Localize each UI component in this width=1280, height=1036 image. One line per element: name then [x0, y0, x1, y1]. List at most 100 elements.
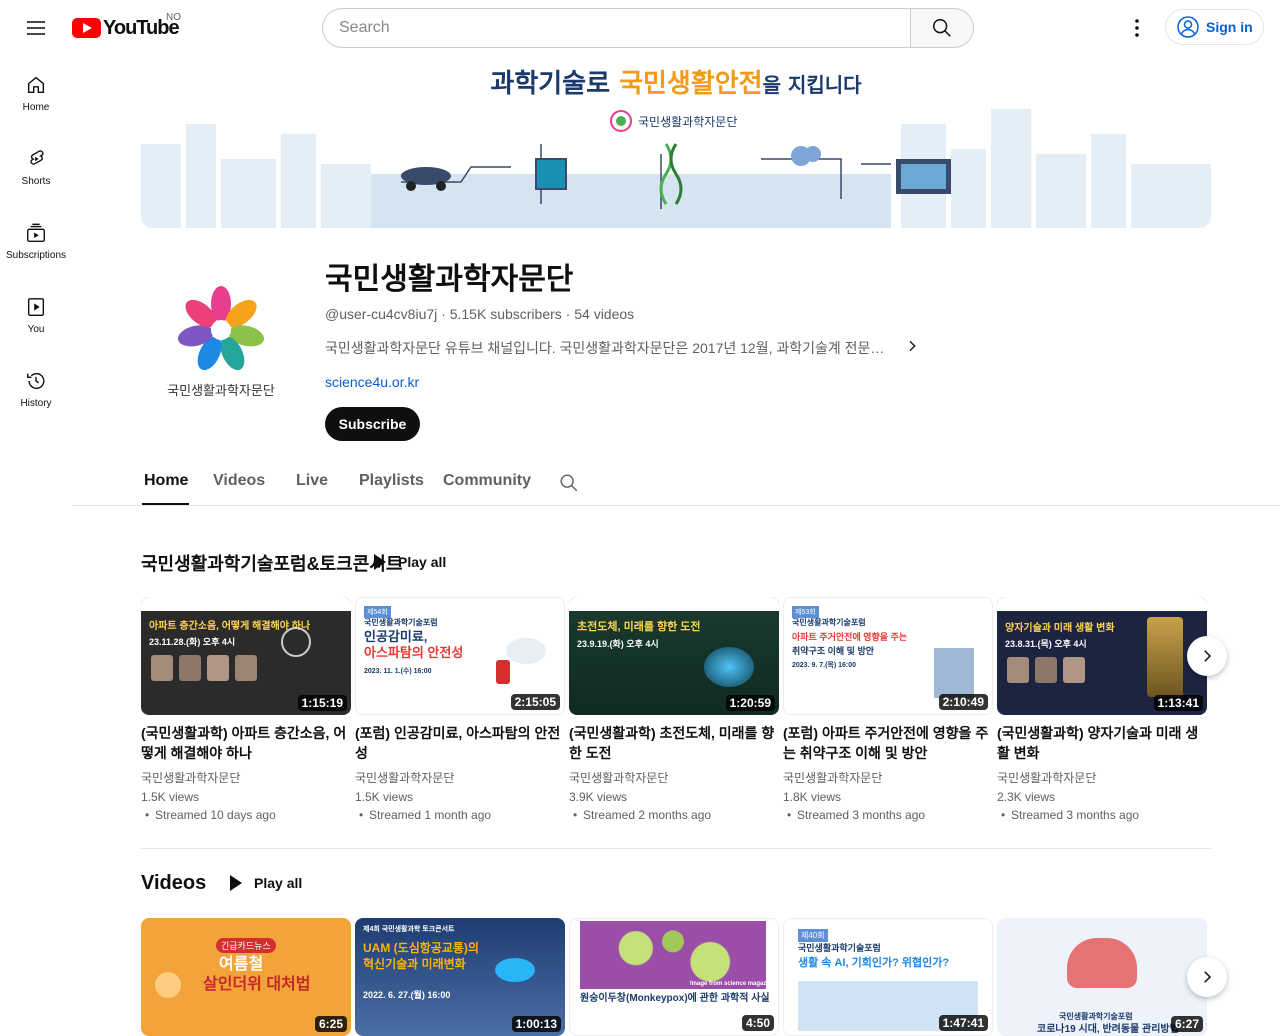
video-card[interactable]: 제54회 국민생활과학기술포럼 인공감미료, 아스파탐의 안전성 2023. 1… — [355, 597, 565, 822]
video-thumbnail[interactable]: 제40회 국민생활과학기술포럼 생활 속 AI, 기회인가? 위협인가? 1:4… — [783, 918, 993, 1036]
channel-avatar[interactable]: 국민생활과학자문단 — [141, 262, 301, 422]
channel-search-button[interactable] — [558, 472, 580, 499]
video-channel[interactable]: 국민생활과학자문단 — [141, 769, 351, 786]
quantum-computer-illustration — [1147, 617, 1183, 697]
clock-icon — [281, 627, 311, 657]
video-card[interactable]: 긴급카드뉴스 여름철 살인더위 대처법 6:25 — [141, 918, 351, 1036]
video-views: 1.8K views — [783, 790, 842, 804]
video-channel[interactable]: 국민생활과학자문단 — [569, 769, 779, 786]
thumb-title: 생활 속 AI, 기회인가? 위협인가? — [798, 957, 950, 969]
video-thumbnail[interactable]: 제4회 국민생활과학 토크콘서트 UAM (도심항공교통)의 혁신기술과 미래변… — [355, 918, 565, 1036]
youtube-logo[interactable]: YouTube — [72, 17, 180, 39]
sidebar-item-history[interactable]: History — [0, 352, 72, 426]
channel-description[interactable]: 국민생활과학자문단 유튜브 채널입니다. 국민생활과학자문단은 2017년 12… — [325, 338, 895, 358]
video-duration: 6:25 — [314, 1016, 347, 1032]
thumb-title: 초전도체, 미래를 향한 도전 — [577, 621, 701, 633]
search-bar: Search — [322, 8, 974, 48]
subscribe-button[interactable]: Subscribe — [325, 407, 420, 441]
video-duration: 4:50 — [741, 1015, 774, 1031]
tab-community[interactable]: Community — [443, 472, 531, 490]
shelf-next-button[interactable] — [1187, 636, 1227, 676]
video-card[interactable]: 국민생활과학기술포럼 코로나19 시대, 반려동물 관리방법 6:27 — [997, 918, 1207, 1036]
sidebar-item-you[interactable]: You — [0, 278, 72, 352]
description-more-button[interactable] — [902, 336, 922, 356]
tab-live[interactable]: Live — [296, 472, 328, 490]
video-thumbnail[interactable]: 제54회 국민생활과학기술포럼 인공감미료, 아스파탐의 안전성 2023. 1… — [355, 597, 565, 715]
play-all-label: Play all — [254, 875, 303, 891]
thumb-title: 원숭이두창(Monkeypox)에 관한 과학적 사실 — [580, 993, 770, 1004]
sidebar-item-home[interactable]: Home — [0, 56, 72, 130]
search-button[interactable] — [910, 8, 974, 48]
sign-in-button[interactable]: Sign in — [1165, 9, 1264, 45]
chevron-right-icon — [1204, 971, 1212, 983]
play-all-button[interactable]: Play all — [228, 874, 302, 892]
thumb-tag: 제53회 — [792, 606, 819, 618]
video-duration: 1:47:41 — [938, 1015, 988, 1031]
shelf-next-button[interactable] — [1187, 957, 1227, 997]
tab-playlists[interactable]: Playlists — [359, 472, 424, 490]
thumb-credit: Image from science magazine — [690, 981, 776, 987]
video-duration: 6:27 — [1170, 1016, 1203, 1032]
thumb-title-line2: 살인더위 대처법 — [203, 976, 311, 993]
thumb-title: 양자기술과 미래 생활 변화 — [1005, 623, 1115, 634]
video-date: Streamed 1 month ago — [355, 808, 565, 822]
video-thumbnail[interactable]: 긴급카드뉴스 여름철 살인더위 대처법 6:25 — [141, 918, 351, 1036]
sugar-illustration — [506, 638, 546, 664]
thumb-date: 2023. 9. 7.(목) 16:00 — [792, 662, 857, 669]
search-input[interactable]: Search — [322, 8, 910, 48]
video-card[interactable]: Image from science magazine 원숭이두창(Monkey… — [569, 918, 779, 1036]
thumb-title-line1: 아파트 주거안전에 영향을 주는 — [792, 632, 908, 642]
thumb-forum: 국민생활과학기술포럼 — [792, 618, 866, 627]
superconductor-illustration — [704, 647, 754, 687]
video-duration: 1:13:41 — [1153, 695, 1203, 711]
thumb-title-line1: 여름철 — [219, 956, 264, 973]
video-channel[interactable]: 국민생활과학자문단 — [783, 769, 993, 786]
country-code: NO — [166, 12, 181, 23]
video-title[interactable]: (포럼) 아파트 주거안전에 영향을 주는 취약구조 이해 및 방안 — [783, 723, 993, 763]
play-all-button[interactable]: Play all — [372, 553, 446, 571]
settings-menu-button[interactable] — [1117, 8, 1157, 48]
video-card[interactable]: 제40회 국민생활과학기술포럼 생활 속 AI, 기회인가? 위협인가? 1:4… — [783, 918, 993, 1036]
video-channel[interactable]: 국민생활과학자문단 — [355, 769, 565, 786]
shelf-title[interactable]: 국민생활과학기술포럼&토크콘서트 — [141, 550, 402, 576]
meta-separator: · — [565, 306, 575, 322]
channel-link[interactable]: science4u.or.kr — [325, 374, 419, 390]
video-title[interactable]: (포럼) 인공감미료, 아스파탐의 안전성 — [355, 723, 565, 763]
banner-illustration: 과학기술로 국민생활안전을 지킵니다 국민생활과학자문단 — [141, 64, 1211, 228]
can-illustration — [496, 660, 510, 684]
video-card[interactable]: 초전도체, 미래를 향한 도전 23.9.19.(화) 오후 4시 1:20:5… — [569, 597, 779, 822]
video-thumbnail[interactable]: 아파트 층간소음, 어떻게 해결해야 하나 23.11.28.(화) 오후 4시… — [141, 597, 351, 715]
video-card[interactable]: 아파트 층간소음, 어떻게 해결해야 하나 23.11.28.(화) 오후 4시… — [141, 597, 351, 822]
video-title[interactable]: (국민생활과학) 양자기술과 미래 생활 변화 — [997, 723, 1207, 763]
thumb-forum: 국민생활과학기술포럼 — [798, 943, 881, 953]
sidebar-item-shorts[interactable]: Shorts — [0, 130, 72, 204]
video-thumbnail[interactable]: Image from science magazine 원숭이두창(Monkey… — [569, 918, 779, 1036]
video-card[interactable]: 제4회 국민생활과학 토크콘서트 UAM (도심항공교통)의 혁신기술과 미래변… — [355, 918, 565, 1036]
more-vertical-icon — [1135, 19, 1139, 37]
video-title[interactable]: (국민생활과학) 초전도체, 미래를 향한 도전 — [569, 723, 779, 763]
video-title[interactable]: (국민생활과학) 아파트 층간소음, 어떻게 해결해야 하나 — [141, 723, 351, 763]
tab-videos[interactable]: Videos — [213, 472, 265, 490]
shelf-title[interactable]: Videos — [141, 872, 206, 895]
video-card[interactable]: 양자기술과 미래 생활 변화 23.8.31.(목) 오후 4시 1:13:41… — [997, 597, 1207, 822]
drone-illustration — [495, 958, 535, 982]
mini-guide: Home Shorts Subscriptions You History — [0, 56, 72, 426]
video-card[interactable]: 제53회 국민생활과학기술포럼 아파트 주거안전에 영향을 주는 취약구조 이해… — [783, 597, 993, 822]
subscriber-count: 5.15K subscribers — [449, 306, 562, 322]
thumb-date: 23.11.28.(화) 오후 4시 — [149, 637, 236, 647]
video-thumbnail[interactable]: 초전도체, 미래를 향한 도전 23.9.19.(화) 오후 4시 1:20:5… — [569, 597, 779, 715]
tab-home[interactable]: Home — [144, 472, 188, 490]
video-duration: 2:15:05 — [510, 694, 560, 710]
sidebar-item-subscriptions[interactable]: Subscriptions — [0, 204, 72, 278]
thumb-header — [569, 597, 779, 611]
thumb-title-line2: 혁신기술과 미래변화 — [363, 957, 466, 971]
video-thumbnail[interactable]: 국민생활과학기술포럼 코로나19 시대, 반려동물 관리방법 6:27 — [997, 918, 1207, 1036]
video-channel[interactable]: 국민생활과학자문단 — [997, 769, 1207, 786]
video-duration: 1:20:59 — [725, 695, 775, 711]
thumb-header — [141, 597, 351, 611]
video-thumbnail[interactable]: 제53회 국민생활과학기술포럼 아파트 주거안전에 영향을 주는 취약구조 이해… — [783, 597, 993, 715]
video-thumbnail[interactable]: 양자기술과 미래 생활 변화 23.8.31.(목) 오후 4시 1:13:41 — [997, 597, 1207, 715]
menu-button[interactable] — [16, 8, 56, 48]
thumb-tag: 제4회 국민생활과학 토크콘서트 — [363, 926, 455, 933]
shorts-icon — [30, 149, 44, 165]
